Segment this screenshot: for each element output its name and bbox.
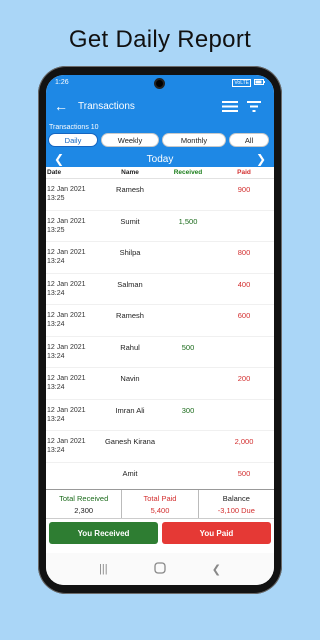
- page-title: Transactions: [78, 100, 135, 112]
- row-received: 1,500: [178, 216, 198, 226]
- row-name: Sumit: [120, 216, 140, 226]
- period-tabs: Daily Weekly Monthly All: [48, 133, 274, 147]
- recents-icon[interactable]: |||: [99, 563, 108, 575]
- row-date: 12 Jan 2021 13:24: [47, 375, 86, 391]
- row-paid: 600: [237, 311, 251, 320]
- total-paid-value: 5,400: [150, 505, 170, 515]
- filter-icon[interactable]: [242, 100, 266, 112]
- balance-label: Balance: [222, 493, 250, 503]
- tab-all[interactable]: All: [229, 133, 269, 147]
- status-time: 1:26: [55, 79, 69, 86]
- back-arrow-icon[interactable]: ←: [54, 98, 74, 114]
- row-date: [46, 469, 98, 478]
- table-row[interactable]: 12 Jan 2021 13:25 Ramesh 900: [46, 179, 274, 211]
- back-icon[interactable]: ❮: [212, 563, 221, 576]
- row-name: Rahul: [120, 342, 140, 352]
- row-paid: 2,000: [234, 437, 254, 446]
- row-date: 12 Jan 2021 13:24: [47, 343, 86, 360]
- system-nav-bar: ||| ❮: [46, 553, 274, 585]
- battery-icon: [254, 78, 265, 87]
- row-paid: 900: [237, 185, 251, 194]
- col-date: Date: [47, 169, 62, 176]
- row-name: Amit: [122, 468, 138, 478]
- next-day-icon[interactable]: ❯: [256, 152, 266, 166]
- row-paid: 400: [237, 279, 251, 289]
- app-bar: ← Transactions: [46, 90, 274, 122]
- row-name: Ganesh Kirana: [104, 437, 156, 446]
- balance-value: -3,100 Due: [217, 505, 255, 515]
- you-received-button[interactable]: You Received: [49, 522, 158, 544]
- row-name: Ramesh: [116, 311, 144, 320]
- table-row[interactable]: 12 Jan 2021 13:24 Navin 200: [46, 368, 274, 400]
- filter-bar: Transactions 10 Daily Weekly Monthly All: [46, 122, 274, 151]
- col-received: Received: [173, 169, 203, 176]
- table-row[interactable]: Amit 500: [46, 463, 274, 482]
- row-date: 12 Jan 2021 13:24: [47, 249, 86, 265]
- transactions-count: Transactions 10: [49, 124, 99, 131]
- table-row[interactable]: 12 Jan 2021 13:24 Shilpa 800: [46, 242, 274, 274]
- total-paid: Total Paid 5,400: [122, 490, 199, 518]
- total-paid-label: Total Paid: [143, 493, 177, 503]
- row-name: Salman: [117, 279, 143, 289]
- day-label: Today: [146, 153, 174, 165]
- row-paid: 800: [237, 248, 251, 257]
- row-date: 12 Jan 2021 13:25: [47, 186, 86, 202]
- tab-daily[interactable]: Daily: [48, 133, 98, 147]
- network-label: VoLTE: [232, 78, 251, 87]
- table-row[interactable]: 12 Jan 2021 13:24 Imran Ali 300: [46, 400, 274, 431]
- you-paid-button[interactable]: You Paid: [162, 522, 271, 544]
- day-navigator: ❮ Today ❯: [46, 151, 274, 167]
- app-screen: 1:26 VoLTE ← Transactions Transactions 1…: [46, 75, 274, 585]
- transactions-list: 12 Jan 2021 13:25 Ramesh 900 12 Jan 2021 13:2…: [46, 179, 274, 481]
- table-row[interactable]: 12 Jan 2021 13:25 Sumit 1,500: [46, 211, 274, 242]
- total-received: Total Received 2,300: [46, 490, 123, 518]
- tab-weekly[interactable]: Weekly: [101, 133, 159, 147]
- col-name: Name: [121, 169, 139, 176]
- total-received-label: Total Received: [59, 493, 109, 503]
- row-date: 12 Jan 2021 13:24: [47, 280, 86, 297]
- row-paid: 500: [237, 468, 251, 478]
- row-name: Navin: [120, 374, 140, 383]
- row-date: 12 Jan 2021 13:24: [47, 438, 86, 454]
- summary-bar: Total Received 2,300 Total Paid 5,400 Ba…: [46, 489, 274, 519]
- col-paid: Paid: [237, 169, 251, 176]
- table-row[interactable]: 12 Jan 2021 13:24 Ganesh Kirana 2,000: [46, 431, 274, 463]
- row-date: 12 Jan 2021 13:24: [47, 312, 86, 328]
- menu-icon[interactable]: [218, 100, 242, 112]
- promo-headline: Get Daily Report: [68, 26, 252, 53]
- action-buttons: You Received You Paid: [46, 522, 274, 550]
- total-received-value: 2,300: [74, 505, 94, 515]
- row-paid: 200: [237, 374, 251, 383]
- prev-day-icon[interactable]: ❮: [54, 152, 64, 166]
- table-row[interactable]: 12 Jan 2021 13:24 Ramesh 600: [46, 305, 274, 337]
- table-header: Date Name Received Paid: [46, 167, 274, 179]
- home-icon[interactable]: [154, 561, 166, 577]
- row-name: Imran Ali: [115, 405, 145, 415]
- balance: Balance -3,100 Due: [199, 490, 274, 518]
- table-row[interactable]: 12 Jan 2021 13:24 Rahul 500: [46, 337, 274, 368]
- row-received: 500: [181, 342, 195, 352]
- table-row[interactable]: 12 Jan 2021 13:24 Salman 400: [46, 274, 274, 305]
- camera-cutout: [154, 78, 165, 89]
- row-received: 300: [181, 405, 195, 415]
- row-date: 12 Jan 2021 13:25: [47, 217, 86, 234]
- row-name: Shilpa: [119, 248, 141, 257]
- row-date: 12 Jan 2021 13:24: [47, 406, 86, 423]
- row-name: Ramesh: [116, 185, 144, 194]
- tab-monthly[interactable]: Monthly: [162, 133, 226, 147]
